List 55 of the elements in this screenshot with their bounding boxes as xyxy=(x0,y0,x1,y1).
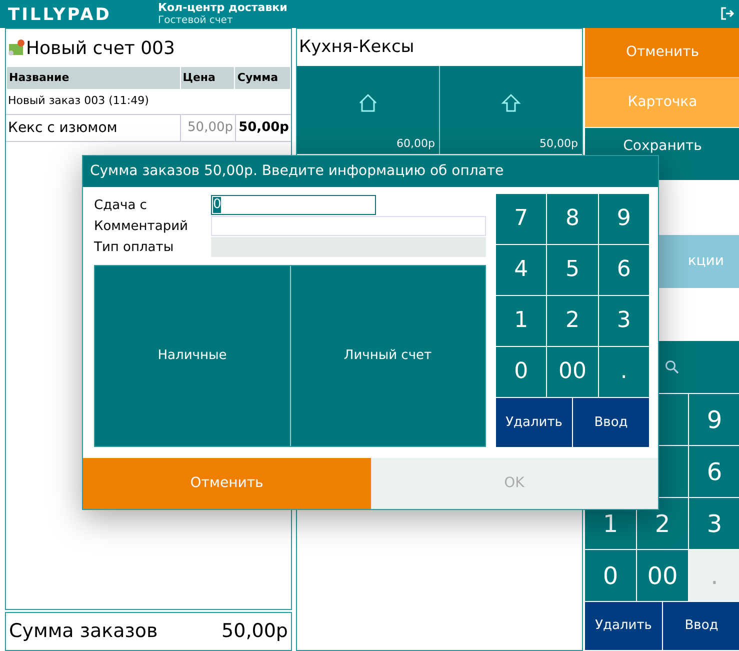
keypad-key[interactable]: 0 xyxy=(585,550,636,601)
search-icon xyxy=(665,360,679,374)
menu-title: Кухня-Кексы xyxy=(298,36,416,59)
keypad-key[interactable]: 5 xyxy=(547,244,598,295)
tile-price: 50,00р xyxy=(540,136,578,152)
keypad-key[interactable]: 3 xyxy=(689,498,739,549)
bill-icon xyxy=(7,39,25,57)
order-group: Новый заказ 003 (11:49) xyxy=(6,89,291,115)
item-price: 50,00р xyxy=(180,115,235,141)
keypad-key[interactable]: 00 xyxy=(547,346,598,397)
up-arrow-icon xyxy=(501,93,521,113)
enter-button[interactable]: Ввод xyxy=(573,398,649,447)
total-value: 50,00р xyxy=(222,619,288,644)
keypad-key[interactable]: 7 xyxy=(496,194,546,244)
order-title: Новый счет 003 xyxy=(26,36,175,60)
logout-icon[interactable] xyxy=(721,7,734,20)
keypad-key[interactable]: 6 xyxy=(598,244,649,295)
enter-button[interactable]: Ввод xyxy=(663,602,739,650)
menu-tile[interactable]: 50,00р xyxy=(440,66,582,154)
dialog-title: Сумма заказов 50,00р. Введите информацию об оплате xyxy=(83,156,658,187)
keypad-key[interactable]: 1 xyxy=(496,296,546,346)
field-label: Тип оплаты xyxy=(94,238,175,257)
keypad-key[interactable]: 8 xyxy=(547,194,598,244)
item-name: Кекс с изюмом xyxy=(7,118,118,138)
keypad-key[interactable]: 4 xyxy=(496,244,546,295)
menu-tile[interactable]: 60,00р xyxy=(297,66,439,154)
column-header: Сумма xyxy=(234,67,290,89)
cancel-button[interactable]: Отменить xyxy=(83,458,370,509)
item-sum: 50,00р xyxy=(235,115,291,141)
keypad-key[interactable]: . xyxy=(598,346,649,397)
keypad-key[interactable]: 6 xyxy=(689,446,739,497)
keypad-key[interactable]: 3 xyxy=(598,296,649,346)
keypad-key[interactable]: 2 xyxy=(547,296,598,346)
tile-price: 60,00р xyxy=(396,136,435,152)
keypad-key[interactable]: 9 xyxy=(689,394,739,445)
column-header: Название xyxy=(7,67,180,89)
keypad-key[interactable]: 9 xyxy=(598,194,649,244)
input-field[interactable]: 0 xyxy=(211,195,376,216)
app-title: Кол-центр доставки xyxy=(158,1,288,14)
action-button[interactable]: Отменить xyxy=(585,28,739,78)
keypad-key[interactable]: 2 xyxy=(637,498,688,549)
delete-button[interactable]: Удалить xyxy=(585,602,662,650)
total-label: Сумма заказов xyxy=(9,619,158,644)
delete-button[interactable]: Удалить xyxy=(496,398,572,447)
field-label: Сдача с xyxy=(94,196,148,215)
input-field[interactable] xyxy=(211,216,486,236)
keypad-key[interactable]: 00 xyxy=(637,550,688,601)
field-label: Комментарий xyxy=(94,218,189,236)
keypad-key[interactable]: 0 xyxy=(496,346,546,397)
payment-type-button[interactable]: Личный счет xyxy=(290,266,485,446)
column-header: Цена xyxy=(180,67,234,89)
logo: TILLYPAD xyxy=(8,4,112,27)
payment-type-button[interactable]: Наличные xyxy=(95,266,290,446)
account-type: Гостевой счет xyxy=(158,14,234,27)
home-icon xyxy=(358,93,378,113)
